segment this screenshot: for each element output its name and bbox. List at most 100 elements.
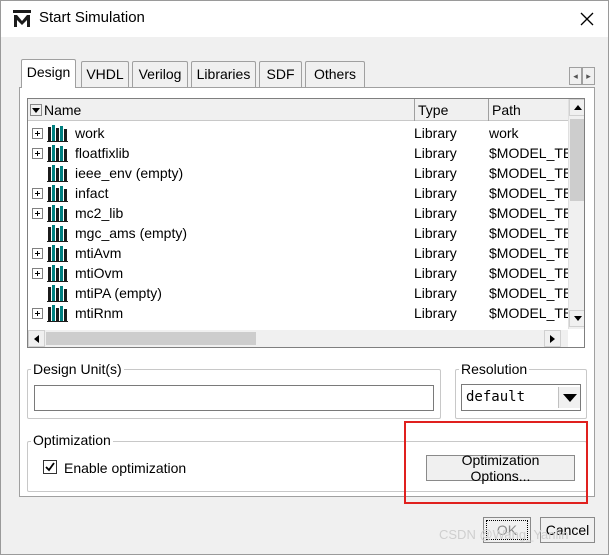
close-icon bbox=[580, 12, 594, 26]
library-path: $MODEL_TE bbox=[489, 285, 568, 301]
library-path: $MODEL_TE bbox=[489, 305, 568, 321]
library-books-icon bbox=[47, 265, 68, 282]
design-unit-input[interactable] bbox=[34, 385, 434, 411]
library-row[interactable]: floatfixlib Library $MODEL_TE bbox=[28, 143, 568, 163]
library-row[interactable]: mtiOvm Library $MODEL_TE bbox=[28, 263, 568, 283]
library-row[interactable]: ieee_env (empty) Library $MODEL_TE bbox=[28, 163, 568, 183]
library-type: Library bbox=[414, 185, 457, 201]
resolution-dropdown-button[interactable] bbox=[558, 387, 580, 408]
column-header-name-label: Name bbox=[44, 102, 82, 118]
library-type: Library bbox=[414, 125, 457, 141]
optimization-label: Optimization bbox=[31, 432, 113, 448]
expand-icon[interactable] bbox=[32, 308, 43, 319]
tab-sdf[interactable]: SDF bbox=[259, 61, 302, 87]
library-list[interactable]: Name Type Path work Library work floatfixli… bbox=[27, 98, 585, 348]
title-bar: Start Simulation bbox=[1, 1, 608, 37]
arrow-right-icon bbox=[550, 334, 555, 343]
library-books-icon bbox=[47, 245, 68, 262]
start-simulation-dialog: Start Simulation Design VHDL Verilog Lib… bbox=[0, 0, 609, 555]
tab-libraries[interactable]: Libraries bbox=[191, 61, 256, 87]
library-name: infact bbox=[75, 185, 109, 201]
arrow-left-icon bbox=[34, 334, 39, 343]
column-header-type[interactable]: Type bbox=[415, 99, 489, 121]
library-path: $MODEL_TE bbox=[489, 265, 568, 281]
library-books-icon bbox=[47, 125, 68, 142]
resolution-select[interactable]: default bbox=[461, 384, 581, 411]
library-name: mc2_lib bbox=[75, 205, 124, 221]
chevron-down-icon bbox=[562, 393, 577, 402]
design-unit-label: Design Unit(s) bbox=[31, 361, 124, 377]
library-name: mgc_ams (empty) bbox=[75, 225, 188, 241]
tab-scroll-buttons: ◂ ▸ bbox=[569, 67, 595, 85]
library-books-icon bbox=[47, 285, 68, 302]
library-name: mtiRnm bbox=[75, 305, 124, 321]
horizontal-scroll-thumb[interactable] bbox=[46, 332, 256, 345]
vertical-scrollbar[interactable] bbox=[568, 99, 584, 329]
library-type: Library bbox=[414, 305, 457, 321]
red-annotation-box bbox=[404, 421, 588, 504]
library-type: Library bbox=[414, 245, 457, 261]
expand-icon[interactable] bbox=[32, 148, 43, 159]
library-books-icon bbox=[47, 165, 68, 182]
column-header-path[interactable]: Path bbox=[489, 99, 568, 121]
library-row[interactable]: mgc_ams (empty) Library $MODEL_TE bbox=[28, 223, 568, 243]
arrow-up-icon bbox=[573, 105, 582, 110]
library-name: floatfixlib bbox=[75, 145, 130, 161]
library-name: mtiOvm bbox=[75, 265, 124, 281]
sort-arrow-icon bbox=[30, 104, 42, 116]
expand-icon[interactable] bbox=[32, 128, 43, 139]
expand-icon[interactable] bbox=[32, 188, 43, 199]
vertical-scroll-thumb[interactable] bbox=[570, 119, 584, 201]
close-button[interactable] bbox=[567, 3, 607, 35]
library-books-icon bbox=[47, 205, 68, 222]
resolution-label: Resolution bbox=[459, 361, 530, 377]
tab-scroll-left-button[interactable]: ◂ bbox=[569, 67, 582, 85]
library-name: mtiPA (empty) bbox=[75, 285, 162, 301]
scroll-up-button[interactable] bbox=[569, 99, 584, 116]
library-path: $MODEL_TE bbox=[489, 145, 568, 161]
library-row[interactable]: work Library work bbox=[28, 123, 568, 143]
library-path: $MODEL_TE bbox=[489, 225, 568, 241]
library-name: ieee_env (empty) bbox=[75, 165, 184, 181]
arrow-down-icon bbox=[573, 316, 582, 321]
library-row[interactable]: mtiRnm Library $MODEL_TE bbox=[28, 303, 568, 323]
library-rows: work Library work floatfixlib Library $MODEL_… bbox=[28, 123, 568, 323]
library-row[interactable]: infact Library $MODEL_TE bbox=[28, 183, 568, 203]
resolution-value: default bbox=[466, 389, 526, 405]
library-path: $MODEL_TE bbox=[489, 165, 568, 181]
scroll-down-button[interactable] bbox=[569, 310, 584, 327]
scroll-left-button[interactable] bbox=[28, 330, 45, 347]
library-path: $MODEL_TE bbox=[489, 205, 568, 221]
expand-icon[interactable] bbox=[32, 268, 43, 279]
library-books-icon bbox=[47, 305, 68, 322]
tab-scroll-right-button[interactable]: ▸ bbox=[582, 67, 595, 85]
library-row[interactable]: mtiAvm Library $MODEL_TE bbox=[28, 243, 568, 263]
enable-optimization-checkbox[interactable] bbox=[43, 460, 57, 474]
watermark: CSDN @Wang_Yanlin bbox=[439, 527, 569, 542]
tab-vhdl[interactable]: VHDL bbox=[81, 61, 129, 87]
expand-icon[interactable] bbox=[32, 248, 43, 259]
horizontal-scrollbar[interactable] bbox=[28, 330, 568, 347]
expand-icon[interactable] bbox=[32, 208, 43, 219]
library-type: Library bbox=[414, 145, 457, 161]
checkmark-icon bbox=[45, 462, 55, 472]
modelsim-m-icon bbox=[13, 10, 31, 27]
library-type: Library bbox=[414, 165, 457, 181]
tab-verilog[interactable]: Verilog bbox=[132, 61, 188, 87]
column-header-name[interactable]: Name bbox=[28, 99, 415, 121]
library-name: mtiAvm bbox=[75, 245, 122, 261]
library-path: $MODEL_TE bbox=[489, 245, 568, 261]
library-name: work bbox=[75, 125, 105, 141]
list-header: Name Type Path bbox=[28, 99, 568, 121]
library-row[interactable]: mtiPA (empty) Library $MODEL_TE bbox=[28, 283, 568, 303]
scroll-right-button[interactable] bbox=[544, 330, 561, 347]
enable-optimization-label: Enable optimization bbox=[64, 460, 187, 476]
tab-design[interactable]: Design bbox=[21, 59, 76, 88]
library-path: work bbox=[489, 125, 519, 141]
library-type: Library bbox=[414, 265, 457, 281]
library-books-icon bbox=[47, 225, 68, 242]
library-books-icon bbox=[47, 145, 68, 162]
library-row[interactable]: mc2_lib Library $MODEL_TE bbox=[28, 203, 568, 223]
tab-others[interactable]: Others bbox=[305, 61, 365, 87]
library-books-icon bbox=[47, 185, 68, 202]
